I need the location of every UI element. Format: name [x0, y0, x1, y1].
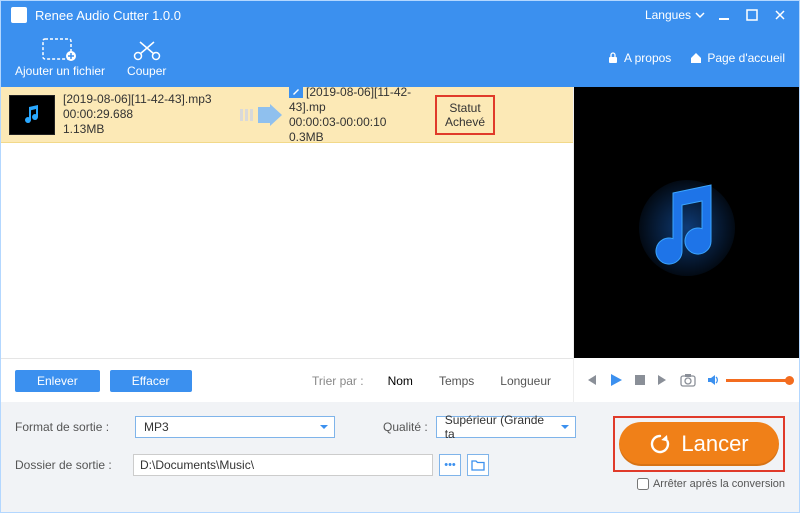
titlebar: Renee Audio Cutter 1.0.0 Langues: [1, 1, 799, 29]
browse-folder-button[interactable]: [467, 454, 489, 476]
add-file-label: Ajouter un fichier: [15, 64, 105, 78]
preview-music-icon: [627, 163, 747, 283]
about-link[interactable]: A propos: [606, 51, 671, 65]
play-button[interactable]: [608, 371, 624, 389]
home-label: Page d'accueil: [707, 51, 785, 65]
home-link[interactable]: Page d'accueil: [689, 51, 785, 65]
source-name: [2019-08-06][11-42-43].mp3: [63, 92, 233, 107]
output-folder-input[interactable]: D:\Documents\Music\: [133, 454, 433, 476]
clear-button[interactable]: Effacer: [110, 370, 192, 392]
right-pane: [573, 87, 799, 402]
toolbar: Ajouter un fichier Couper A propos Page …: [1, 29, 799, 87]
volume-control: [706, 373, 790, 387]
status-value: Achevé: [439, 115, 491, 129]
launch-button[interactable]: Lancer: [619, 422, 779, 466]
more-icon: •••: [444, 459, 456, 471]
stop-button[interactable]: [634, 371, 646, 389]
sort-by-name[interactable]: Nom: [388, 374, 413, 388]
thumbnail: [9, 95, 55, 135]
destination-info: [2019-08-06][11-42-43].mp 00:00:03-00:00…: [289, 87, 429, 145]
source-size: 1.13MB: [63, 122, 233, 137]
format-select[interactable]: MP3: [135, 416, 335, 438]
more-button[interactable]: •••: [439, 454, 461, 476]
quality-label: Qualité :: [383, 420, 428, 434]
app-logo: [11, 7, 27, 23]
list-item[interactable]: [2019-08-06][11-42-43].mp3 00:00:29.688 …: [1, 87, 573, 143]
settings: Format de sortie : MP3 Qualité : Supérie…: [15, 416, 585, 502]
stop-after-label: Arrêter après la conversion: [653, 478, 785, 490]
remove-button[interactable]: Enlever: [15, 370, 100, 392]
chevron-down-icon: [695, 10, 705, 20]
sort-by-time[interactable]: Temps: [439, 374, 474, 388]
music-note-icon: [20, 103, 44, 127]
stop-after-input[interactable]: [637, 478, 649, 490]
volume-slider[interactable]: [726, 379, 790, 382]
sort-by-length[interactable]: Longueur: [500, 374, 551, 388]
source-duration: 00:00:29.688: [63, 107, 233, 122]
preview-area: [574, 87, 799, 358]
status-badge: Statut Achevé: [435, 95, 495, 135]
lock-icon: [606, 51, 620, 65]
edit-badge-icon: [289, 87, 303, 98]
quality-select[interactable]: Supérieur (Grande ta: [436, 416, 576, 438]
app-window: Renee Audio Cutter 1.0.0 Langues Ajouter: [0, 0, 800, 513]
launch-label: Lancer: [681, 431, 748, 457]
arrow-icon: [233, 104, 289, 126]
format-label: Format de sortie :: [15, 420, 127, 434]
file-list: [2019-08-06][11-42-43].mp3 00:00:29.688 …: [1, 87, 573, 358]
source-info: [2019-08-06][11-42-43].mp3 00:00:29.688 …: [63, 92, 233, 137]
list-footer: Enlever Effacer Trier par : Nom Temps Lo…: [1, 358, 573, 402]
status-label: Statut: [439, 101, 491, 115]
destination-size: 0.3MB: [289, 130, 429, 145]
destination-range: 00:00:03-00:00:10: [289, 115, 429, 130]
cut-button[interactable]: Couper: [127, 38, 166, 78]
stop-after-checkbox[interactable]: Arrêter après la conversion: [637, 478, 785, 490]
snapshot-button[interactable]: [680, 371, 696, 389]
bottom-panel: Format de sortie : MP3 Qualité : Supérie…: [1, 402, 799, 512]
cut-label: Couper: [127, 64, 166, 78]
next-button[interactable]: [656, 371, 670, 389]
volume-icon: [706, 373, 720, 387]
film-add-icon: [42, 38, 78, 62]
app-title: Renee Audio Cutter 1.0.0: [35, 8, 181, 23]
minimize-button[interactable]: [715, 6, 733, 24]
scissors-icon: [129, 38, 165, 62]
close-button[interactable]: [771, 6, 789, 24]
launch-area: Lancer Arrêter après la conversion: [585, 416, 785, 502]
maximize-button[interactable]: [743, 6, 761, 24]
home-icon: [689, 51, 703, 65]
language-menu[interactable]: Langues: [645, 8, 705, 22]
sort-label: Trier par :: [312, 374, 364, 388]
folder-icon: [471, 459, 485, 471]
language-label: Langues: [645, 8, 691, 22]
prev-button[interactable]: [584, 371, 598, 389]
player-controls: [574, 358, 799, 402]
add-file-button[interactable]: Ajouter un fichier: [15, 38, 105, 78]
main-area: [2019-08-06][11-42-43].mp3 00:00:29.688 …: [1, 87, 799, 402]
launch-highlight: Lancer: [613, 416, 785, 472]
about-label: A propos: [624, 51, 671, 65]
folder-label: Dossier de sortie :: [15, 458, 127, 472]
refresh-icon: [649, 433, 671, 455]
destination-name: [2019-08-06][11-42-43].mp: [289, 87, 411, 114]
left-pane: [2019-08-06][11-42-43].mp3 00:00:29.688 …: [1, 87, 573, 402]
close-icon: [774, 9, 786, 21]
maximize-icon: [746, 9, 758, 21]
minimize-icon: [718, 9, 730, 21]
